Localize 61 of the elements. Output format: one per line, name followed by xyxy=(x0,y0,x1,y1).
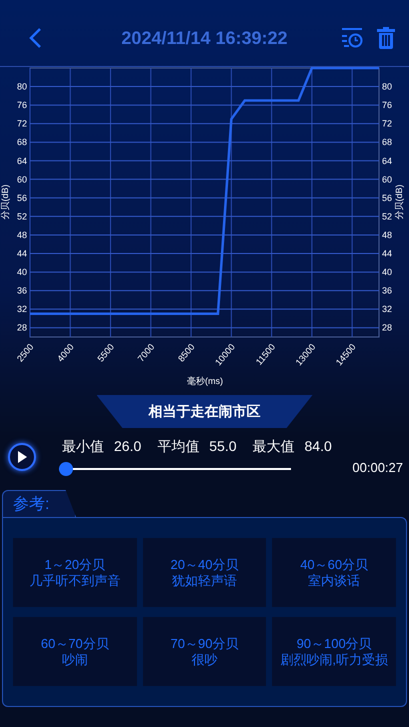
y-tick-label: 44 xyxy=(16,248,27,259)
y-tick-label: 80 xyxy=(16,82,27,92)
decibel-range: 70～90分贝 xyxy=(170,636,238,652)
y-tick-label: 52 xyxy=(16,211,27,222)
y-tick-label: 72 xyxy=(16,118,27,129)
back-button[interactable] xyxy=(28,27,42,49)
y-tick-label: 56 xyxy=(382,192,392,203)
y-tick-label: 32 xyxy=(382,304,392,314)
y-tick-label: 68 xyxy=(16,137,27,148)
y-tick-label: 32 xyxy=(16,304,27,314)
y-tick-label: 60 xyxy=(382,174,392,184)
y-tick-label: 76 xyxy=(382,100,392,110)
y-tick-label: 68 xyxy=(382,137,392,148)
y-tick-label: 72 xyxy=(382,118,392,129)
noise-description: 几乎听不到声音 xyxy=(29,572,120,588)
y-tick-label: 76 xyxy=(16,100,27,110)
y-tick-label: 60 xyxy=(16,174,27,184)
y-tick-label: 44 xyxy=(382,248,392,259)
noise-description: 犹如轻声语 xyxy=(172,572,237,588)
trash-icon xyxy=(377,27,395,49)
x-axis-label: 毫秒(ms) xyxy=(187,376,223,386)
noise-description: 吵闹 xyxy=(62,652,88,668)
back-icon xyxy=(28,27,42,49)
playback-time: 00:00:27 xyxy=(352,460,403,474)
play-button[interactable] xyxy=(8,443,36,471)
decibel-range: 60～70分贝 xyxy=(40,636,109,652)
noise-description: 剧烈吵闹,听力受损 xyxy=(280,652,388,668)
y-tick-label: 48 xyxy=(382,230,392,240)
record-title: 2024/11/14 16:39:22 xyxy=(120,28,289,48)
delete-button[interactable] xyxy=(377,27,395,49)
decibel-range: 40～60分贝 xyxy=(300,556,368,572)
y-tick-label: 64 xyxy=(382,156,392,166)
y-tick-label: 28 xyxy=(382,322,392,333)
stat-value: 26.0 xyxy=(114,438,142,456)
noise-description: 室内谈话 xyxy=(308,572,360,588)
stat-label: 平均值 xyxy=(157,438,200,456)
stat-value: 84.0 xyxy=(304,438,332,456)
clock-list-icon xyxy=(341,27,363,49)
stat-value: 55.0 xyxy=(209,438,236,456)
y-axis-label: 分贝(dB) xyxy=(0,184,10,220)
y-tick-label: 56 xyxy=(16,192,27,203)
decibel-range: 1～20分贝 xyxy=(44,556,106,572)
decibel-range: 20～40分贝 xyxy=(170,556,238,572)
y-tick-label: 48 xyxy=(16,230,27,240)
y-tick-label: 40 xyxy=(382,267,392,278)
y-tick-label: 36 xyxy=(382,286,392,296)
decibel-range: 90～100分贝 xyxy=(296,636,372,652)
y-tick-label: 80 xyxy=(382,82,392,92)
y-tick-label: 52 xyxy=(382,211,392,222)
y-tick-label: 36 xyxy=(16,286,27,296)
stat-label: 最大值 xyxy=(252,438,294,456)
y-tick-label: 40 xyxy=(16,267,27,278)
y-axis-label: 分贝(dB) xyxy=(394,184,404,220)
slider-thumb[interactable] xyxy=(59,462,73,476)
noise-description: 很吵 xyxy=(191,652,218,668)
history-button[interactable] xyxy=(341,27,363,49)
stat-label: 最小值 xyxy=(62,438,104,456)
play-icon xyxy=(17,451,27,463)
y-tick-label: 28 xyxy=(16,322,27,333)
y-tick-label: 64 xyxy=(16,156,27,166)
noise-level-banner: 相当于走在闹市区 xyxy=(96,395,312,428)
